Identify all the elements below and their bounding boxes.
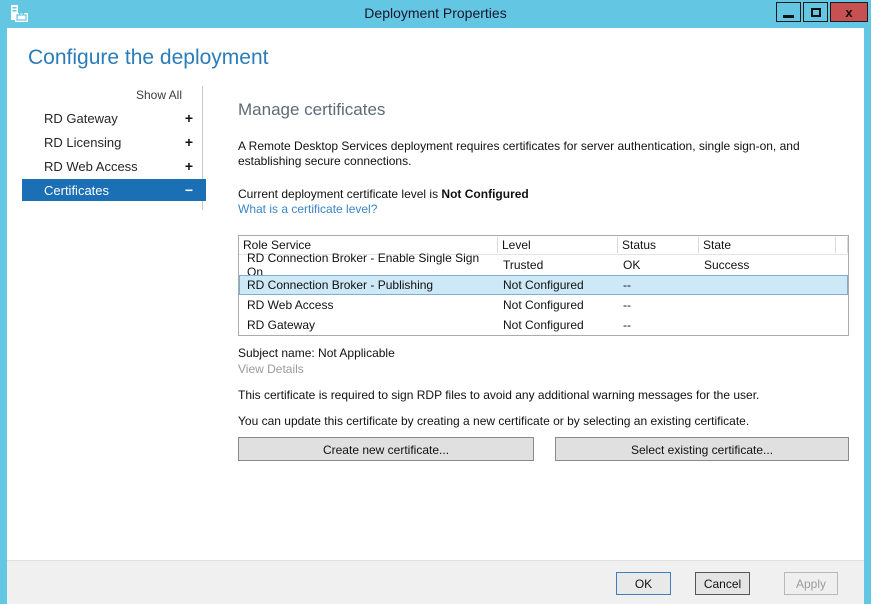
dialog-content: Configure the deployment Show All RD Gat… [7, 28, 864, 560]
cell-state: Success [704, 258, 750, 272]
sidebar-item-label: RD Gateway [44, 110, 118, 126]
sidebar-item-certificates[interactable]: Certificates − [7, 178, 206, 202]
close-button[interactable]: x [830, 2, 868, 22]
minimize-button[interactable] [776, 2, 801, 22]
section-title: Manage certificates [238, 100, 386, 119]
intro-text: A Remote Desktop Services deployment req… [238, 139, 800, 168]
table-row-selected[interactable]: RD Connection Broker - Publishing Not Co… [239, 275, 848, 295]
maximize-button[interactable] [803, 2, 828, 22]
sidebar-item-rd-gateway[interactable]: RD Gateway + [7, 106, 203, 130]
cell-level: Trusted [503, 258, 544, 272]
dialog-footer: OK Cancel Apply [7, 560, 864, 604]
table-row[interactable]: RD Connection Broker - Enable Single Sig… [239, 251, 848, 279]
sidebar-nav: RD Gateway + RD Licensing + RD Web Acces… [7, 106, 206, 202]
ok-button[interactable]: OK [616, 572, 671, 595]
cell-status: -- [623, 298, 631, 312]
table-row[interactable]: RD Web Access Not Configured -- [239, 295, 848, 315]
update-note: You can update this certificate by creat… [238, 414, 750, 428]
level-value: Not Configured [441, 187, 529, 201]
sidebar-item-label: RD Web Access [44, 158, 138, 174]
cell-role-service: RD Web Access [247, 298, 334, 312]
maximize-icon [810, 7, 821, 17]
create-new-certificate-button[interactable]: Create new certificate... [238, 437, 534, 461]
title-bar: Deployment Properties x [0, 0, 871, 28]
expand-icon[interactable]: + [185, 134, 193, 150]
cell-role-service: RD Connection Broker - Publishing [247, 278, 434, 292]
close-icon: x [845, 4, 853, 20]
select-existing-certificate-button[interactable]: Select existing certificate... [555, 437, 849, 461]
certificate-level-text: Current deployment certificate level is … [238, 187, 529, 201]
cell-status: OK [623, 258, 641, 272]
cell-status: -- [623, 278, 631, 292]
cell-level: Not Configured [503, 318, 584, 332]
view-details-link[interactable]: View Details [238, 362, 304, 376]
collapse-icon[interactable]: − [185, 182, 193, 198]
column-header-empty [836, 236, 848, 254]
certificate-level-help-link[interactable]: What is a certificate level? [238, 202, 377, 216]
expand-icon[interactable]: + [185, 110, 193, 126]
sidebar-item-label: RD Licensing [44, 134, 122, 150]
show-all-link[interactable]: Show All [7, 88, 182, 102]
page-title: Configure the deployment [28, 46, 269, 69]
subject-name-text: Subject name: Not Applicable [238, 346, 395, 360]
sidebar-item-rd-web-access[interactable]: RD Web Access + [7, 154, 203, 178]
minimize-icon [783, 14, 794, 18]
level-label: Current deployment certificate level is [238, 187, 442, 201]
expand-icon[interactable]: + [185, 158, 193, 174]
column-header-status[interactable]: Status [618, 236, 699, 254]
sidebar-item-label: Certificates [44, 182, 110, 198]
certificates-table: Role Service Level Status State RD Conne… [238, 235, 849, 336]
column-header-state[interactable]: State [699, 236, 836, 254]
certificate-note: This certificate is required to sign RDP… [238, 388, 760, 402]
cell-status: -- [623, 318, 631, 332]
apply-button: Apply [784, 572, 838, 595]
sidebar-item-rd-licensing[interactable]: RD Licensing + [7, 130, 203, 154]
cell-level: Not Configured [503, 298, 584, 312]
table-row[interactable]: RD Gateway Not Configured -- [239, 315, 848, 335]
deployment-properties-window: Deployment Properties x Configure the de… [0, 0, 871, 604]
cancel-button[interactable]: Cancel [695, 572, 750, 595]
window-title: Deployment Properties [364, 5, 507, 21]
cell-role-service: RD Gateway [247, 318, 316, 332]
cell-level: Not Configured [503, 278, 584, 292]
column-header-level[interactable]: Level [498, 236, 618, 254]
